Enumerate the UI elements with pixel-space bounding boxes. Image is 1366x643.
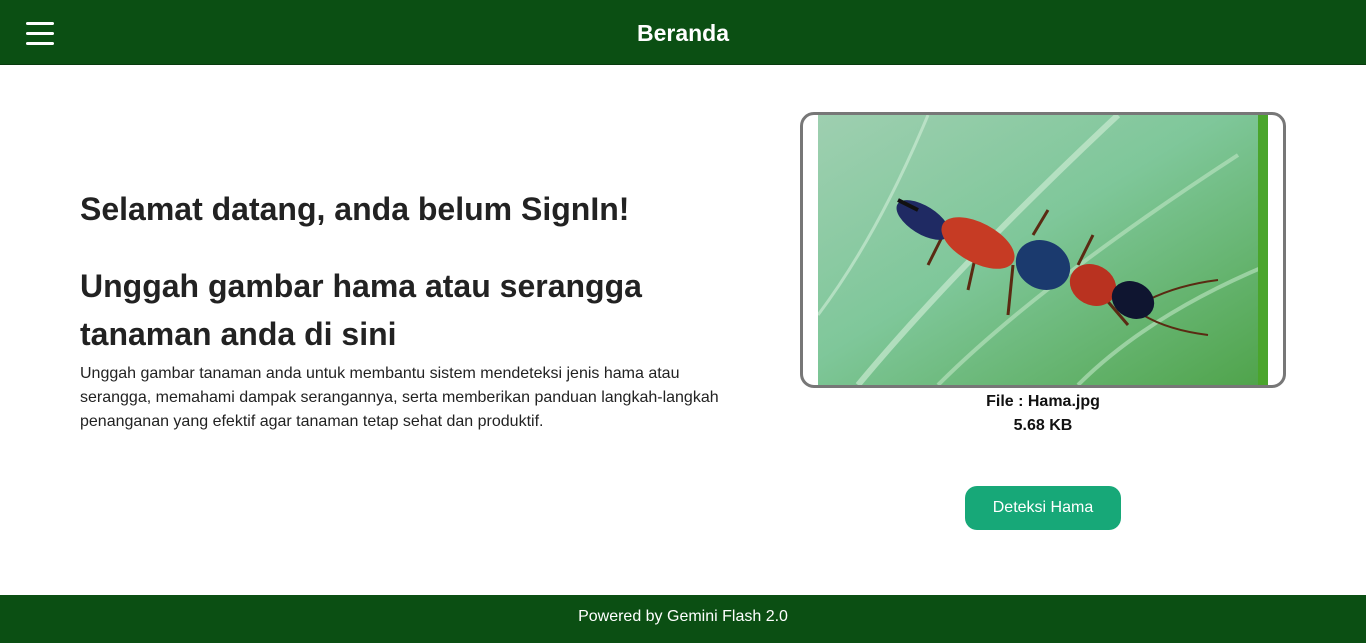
top-navbar: Beranda [0, 0, 1366, 65]
file-size-label: 5.68 KB [1013, 417, 1073, 434]
welcome-heading: Selamat datang, anda belum SignIn! [80, 191, 630, 227]
footer-text: Powered by Gemini Flash 2.0 [578, 608, 788, 625]
file-name-label: File : Hama.jpg [986, 393, 1100, 410]
detect-pest-button[interactable]: Deteksi Hama [965, 486, 1121, 530]
insect-photo [818, 115, 1268, 385]
intro-section: Selamat datang, anda belum SignIn! Ungga… [80, 186, 730, 434]
upload-description: Unggah gambar tanaman anda untuk membant… [80, 365, 719, 430]
footer: Powered by Gemini Flash 2.0 [0, 595, 1366, 643]
page-title: Beranda [636, 20, 730, 46]
upload-heading: Unggah gambar hama atau serangga tanaman… [80, 268, 642, 352]
image-preview[interactable] [800, 112, 1286, 388]
